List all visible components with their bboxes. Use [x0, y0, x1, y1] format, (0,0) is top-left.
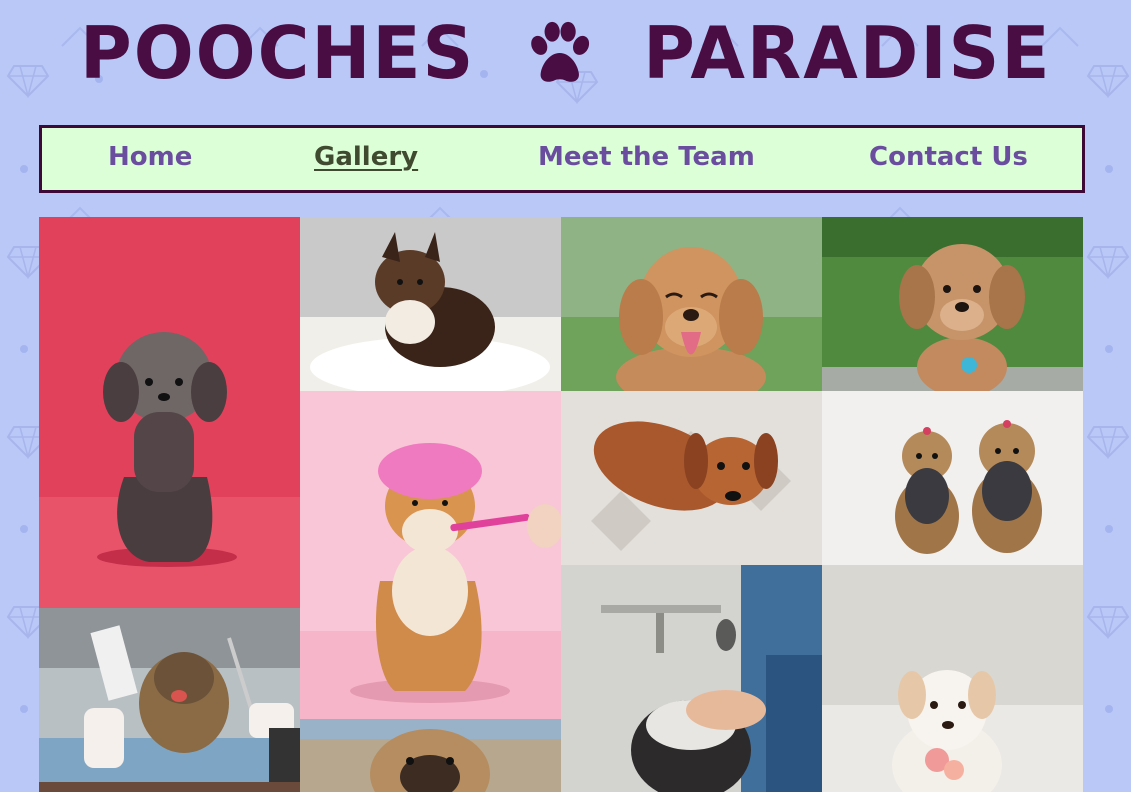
decorative-dot: [20, 345, 28, 353]
decorative-dot: [1105, 165, 1113, 173]
dog-photo-image: [822, 217, 1083, 391]
nav-gallery-link[interactable]: Gallery: [314, 142, 418, 172]
nav-home-link[interactable]: Home: [108, 142, 192, 172]
decorative-dot: [20, 705, 28, 713]
gallery-photo-cavapoo-grass[interactable]: [822, 217, 1083, 391]
decorative-dot: [20, 525, 28, 533]
gallery-photo-shiba-toothbrush[interactable]: [300, 391, 561, 719]
dog-photo-image: [822, 565, 1083, 792]
site-header: POOCHES PARADISE: [0, 0, 1131, 110]
dog-photo-image: [39, 782, 300, 792]
gallery-photo-yorkshire-pair[interactable]: [822, 391, 1083, 565]
site-title: POOCHES PARADISE: [0, 8, 1131, 98]
diamond-icon: [1086, 606, 1130, 639]
site-title-left: POOCHES: [79, 11, 475, 95]
decorative-dot: [1105, 525, 1113, 533]
diamond-icon: [1086, 246, 1130, 279]
main-nav: Home Gallery Meet the Team Contact Us: [39, 125, 1085, 193]
gallery-photo-partial[interactable]: [39, 782, 300, 792]
gallery-photo-white-dog-flowers[interactable]: [822, 565, 1083, 792]
decorative-dot: [20, 165, 28, 173]
decorative-dot: [1105, 705, 1113, 713]
site-title-right: PARADISE: [643, 11, 1052, 95]
gallery-photo-pug-mix[interactable]: [300, 719, 561, 792]
dog-photo-image: [39, 217, 300, 608]
gallery-photo-pomeranian[interactable]: [300, 217, 561, 391]
gallery-photo-yorkie-grooming[interactable]: [39, 608, 300, 782]
gallery-photo-golden-doodle[interactable]: [561, 217, 822, 391]
nav-meet-the-team-link[interactable]: Meet the Team: [538, 142, 755, 172]
dog-photo-image: [561, 391, 822, 565]
dog-photo-image: [561, 565, 822, 792]
dog-photo-image: [822, 391, 1083, 565]
diamond-icon: [1086, 426, 1130, 459]
dog-photo-image: [300, 719, 561, 792]
decorative-dot: [1105, 345, 1113, 353]
gallery-photo-dachshund[interactable]: [561, 391, 822, 565]
dog-photo-image: [300, 217, 561, 391]
nav-contact-us-link[interactable]: Contact Us: [869, 142, 1028, 172]
paw-print-icon: [531, 21, 589, 82]
dog-photo-image: [39, 608, 300, 782]
gallery-photo-poodle-red[interactable]: [39, 217, 300, 608]
gallery-photo-shower-wash[interactable]: [561, 565, 822, 792]
dog-photo-image: [561, 217, 822, 391]
dog-photo-image: [300, 391, 561, 719]
